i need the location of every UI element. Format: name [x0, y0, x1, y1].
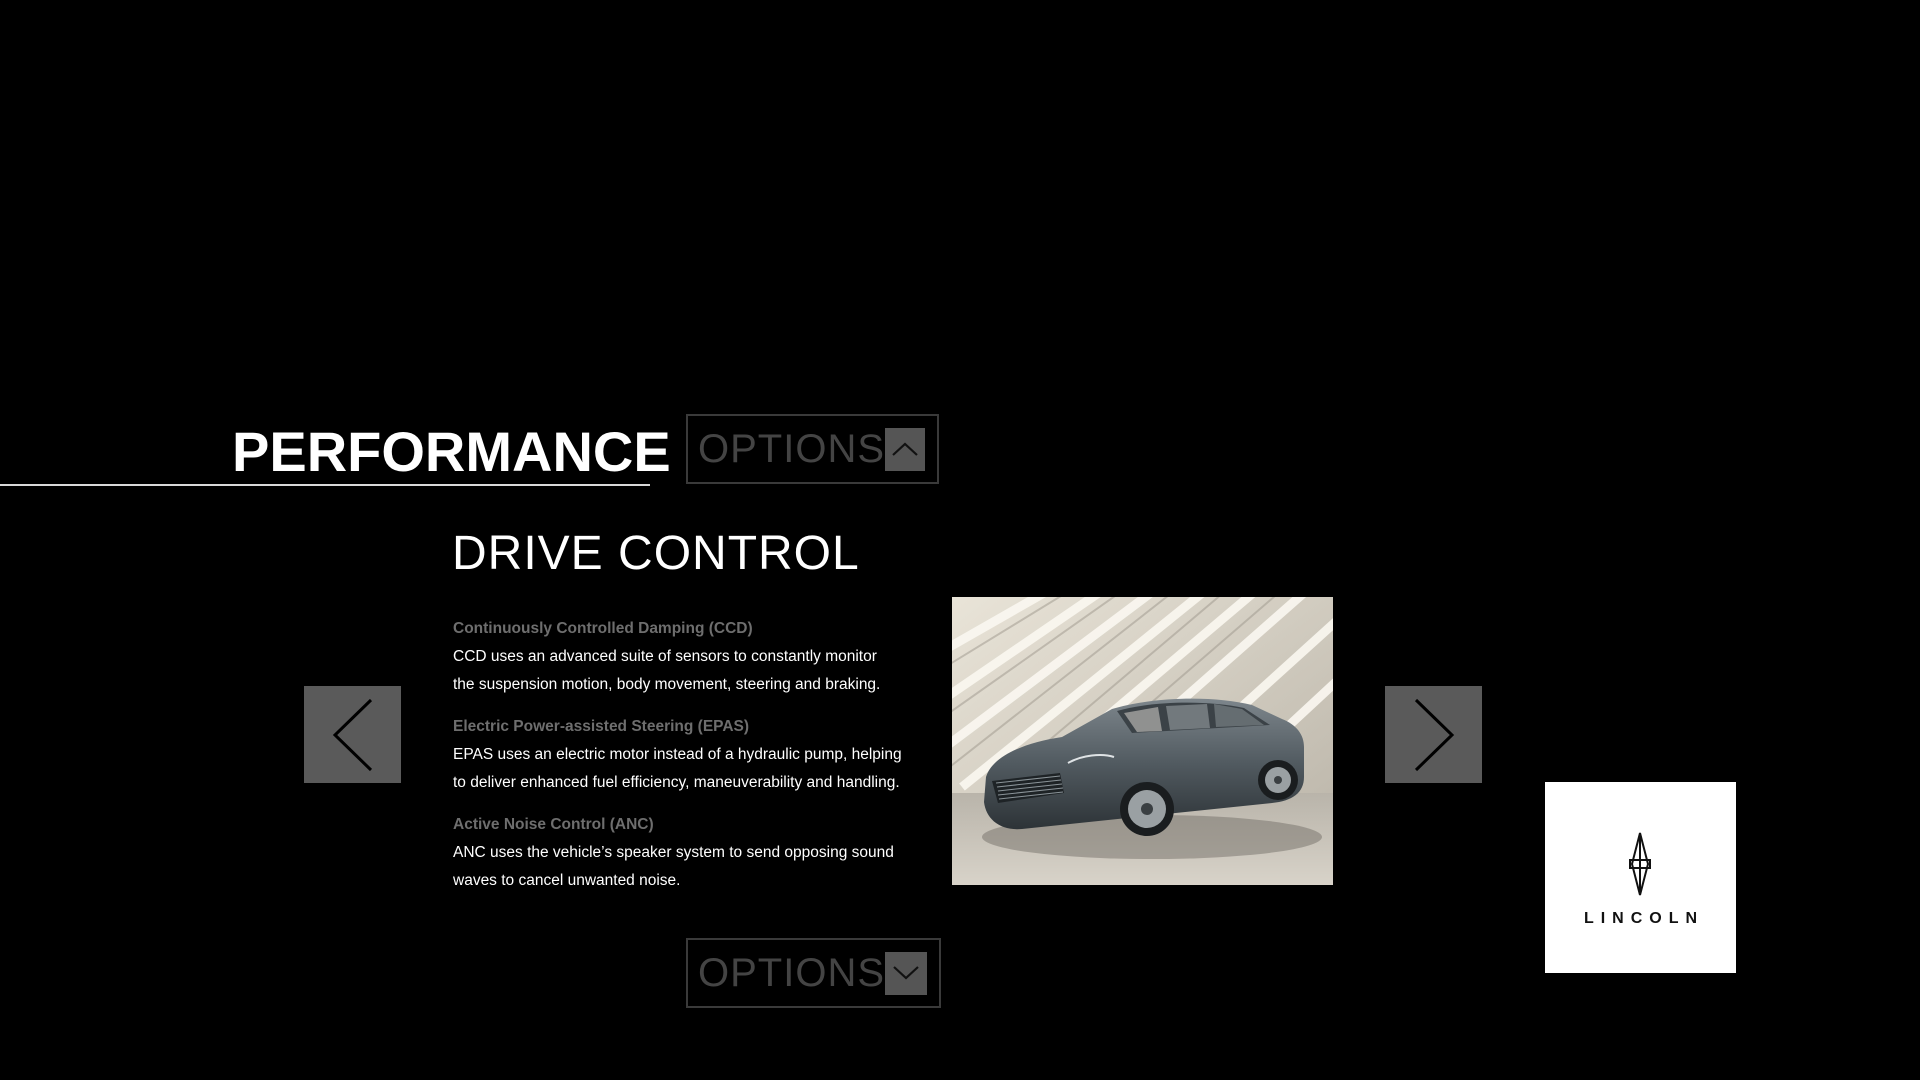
- lincoln-star-icon: [1629, 832, 1651, 896]
- feature-title: Active Noise Control (ANC): [453, 816, 654, 833]
- feature-title: Continuously Controlled Damping (CCD): [453, 620, 753, 637]
- feature-description-line: to deliver enhanced fuel efficiency, man…: [453, 774, 900, 791]
- previous-button[interactable]: [304, 686, 401, 783]
- feature-description-line: EPAS uses an electric motor instead of a…: [453, 746, 902, 763]
- section-title: PERFORMANCE: [232, 420, 671, 483]
- feature-description-line: CCD uses an advanced suite of sensors to…: [453, 648, 877, 665]
- feature-list: Continuously Controlled Damping (CCD) CC…: [453, 615, 933, 909]
- chevron-left-icon: [332, 698, 372, 771]
- stage: PERFORMANCE OPTIONS DRIVE CONTROL Contin…: [0, 0, 1920, 1080]
- feature-description-line: waves to cancel unwanted noise.: [453, 872, 681, 889]
- feature-item: Electric Power-assisted Steering (EPAS) …: [453, 713, 933, 797]
- chevron-right-icon: [1414, 698, 1454, 771]
- options-label: OPTIONS: [698, 426, 886, 471]
- car-photo: [952, 597, 1333, 885]
- brand-wordmark: LINCOLN: [1583, 910, 1705, 927]
- chevron-up-icon: [885, 427, 925, 471]
- feature-item: Continuously Controlled Damping (CCD) CC…: [453, 615, 933, 699]
- chevron-down-icon: [885, 951, 927, 995]
- options-label: OPTIONS: [698, 950, 886, 995]
- feature-heading: DRIVE CONTROL: [452, 527, 860, 580]
- next-button[interactable]: [1385, 686, 1482, 783]
- options-toggle-bottom[interactable]: OPTIONS: [686, 938, 941, 1008]
- feature-title: Electric Power-assisted Steering (EPAS): [453, 718, 750, 735]
- lincoln-logo[interactable]: LINCOLN: [1545, 782, 1736, 973]
- options-toggle-top[interactable]: OPTIONS: [686, 414, 939, 484]
- feature-description-line: ANC uses the vehicle’s speaker system to…: [453, 844, 894, 861]
- title-divider: [0, 484, 650, 486]
- feature-description-line: the suspension motion, body movement, st…: [453, 676, 881, 693]
- feature-item: Active Noise Control (ANC) ANC uses the …: [453, 811, 933, 895]
